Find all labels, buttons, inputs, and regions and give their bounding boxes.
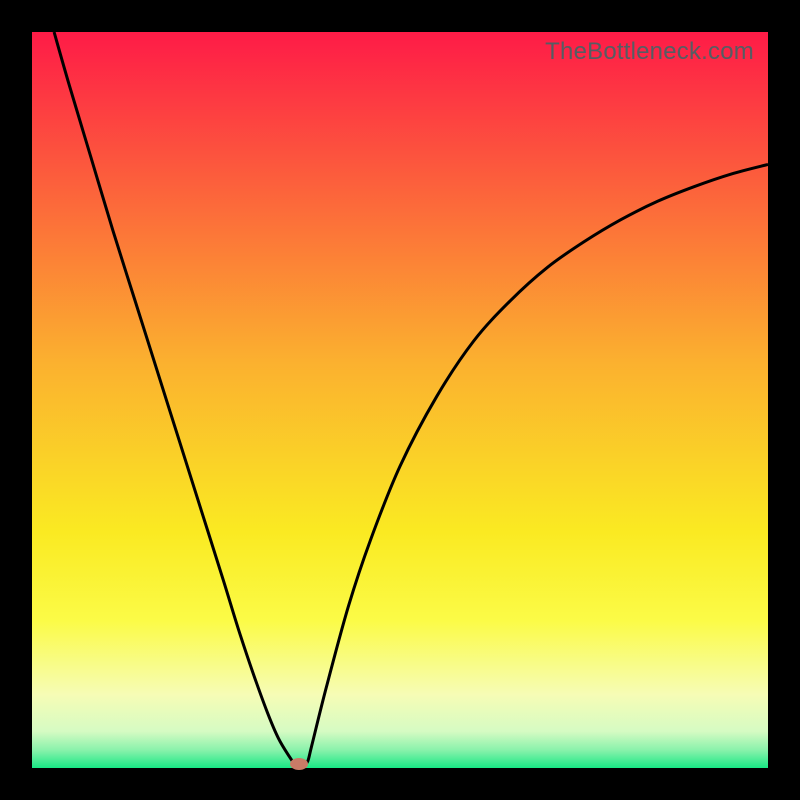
bottleneck-curve [32, 32, 768, 768]
chart-frame: TheBottleneck.com [0, 0, 800, 800]
plot-area: TheBottleneck.com [32, 32, 768, 768]
watermark-text: TheBottleneck.com [545, 38, 754, 66]
optimal-point-marker [290, 758, 308, 770]
